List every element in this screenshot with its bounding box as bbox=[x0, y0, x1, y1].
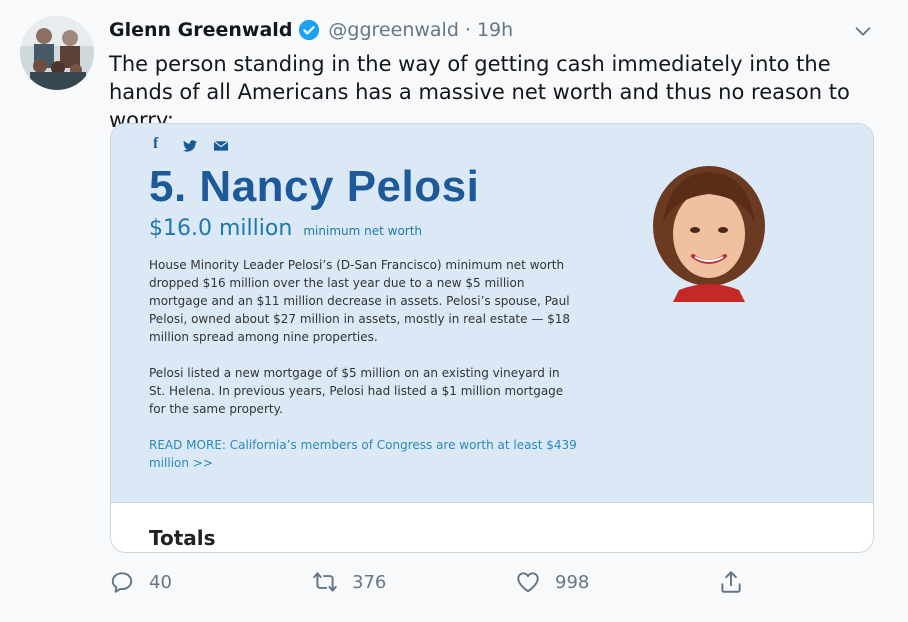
card-paragraph-1: House Minority Leader Pelosi’s (D-San Fr… bbox=[149, 258, 571, 344]
totals-heading: Totals bbox=[149, 526, 216, 550]
reply-icon bbox=[111, 572, 133, 593]
tweet-timestamp[interactable]: 19h bbox=[477, 19, 513, 41]
read-more-link[interactable]: READ MORE: California’s members of Congr… bbox=[149, 436, 579, 472]
chevron-down-icon[interactable] bbox=[852, 20, 874, 42]
heart-icon bbox=[517, 572, 539, 593]
like-count: 998 bbox=[555, 571, 590, 593]
retweet-count: 376 bbox=[352, 571, 387, 593]
media-card[interactable]: f 5. Nancy Pelosi $16.0 million minimum … bbox=[110, 123, 874, 553]
verified-badge-icon bbox=[299, 19, 320, 41]
net-worth-label: minimum net worth bbox=[303, 224, 423, 238]
tweet-actions: 40 376 998 bbox=[0, 563, 908, 603]
card-title: 5. Nancy Pelosi bbox=[149, 162, 480, 211]
card-paragraph-2: Pelosi listed a new mortgage of $5 milli… bbox=[149, 366, 564, 416]
reply-button[interactable]: 40 bbox=[109, 569, 172, 595]
reply-count: 40 bbox=[149, 571, 172, 593]
share-icon bbox=[721, 571, 741, 593]
tweet-text: The person standing in the way of gettin… bbox=[109, 52, 850, 132]
net-worth-amount: $16.0 million bbox=[149, 216, 293, 241]
card-image-panel: f 5. Nancy Pelosi $16.0 million minimum … bbox=[111, 124, 873, 503]
author-name[interactable]: Glenn Greenwald bbox=[109, 19, 292, 41]
author-handle[interactable]: @ggreenwald bbox=[328, 19, 458, 41]
retweet-icon bbox=[313, 572, 337, 592]
facebook-icon: f bbox=[153, 135, 159, 152]
author-avatar[interactable] bbox=[20, 16, 94, 90]
like-button[interactable]: 998 bbox=[515, 569, 589, 595]
retweet-button[interactable]: 376 bbox=[312, 569, 386, 595]
tweet-header: Glenn Greenwald @ggreenwald · 19h bbox=[109, 16, 513, 44]
net-worth: $16.0 million minimum net worth bbox=[149, 216, 422, 241]
separator-dot: · bbox=[464, 19, 471, 41]
pelosi-portrait bbox=[653, 166, 765, 302]
share-button[interactable] bbox=[718, 569, 744, 595]
twitter-icon bbox=[183, 140, 197, 152]
mail-icon bbox=[214, 141, 228, 151]
